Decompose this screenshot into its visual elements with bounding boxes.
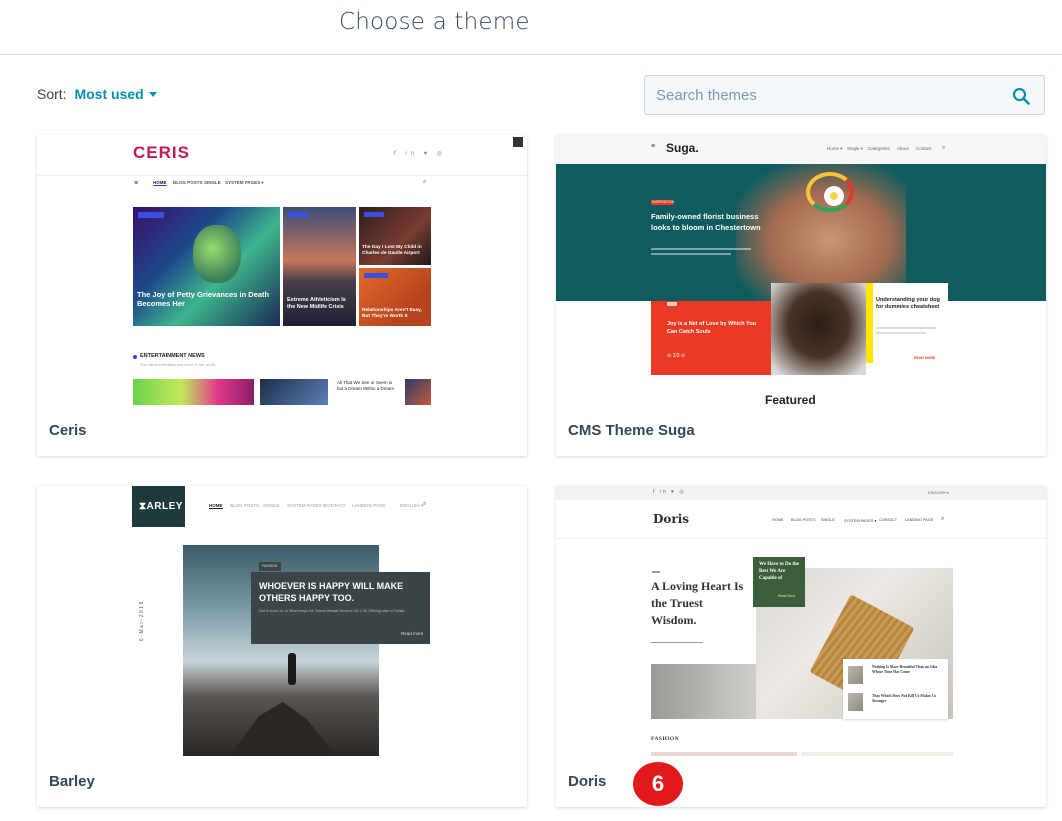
- theme-name-barley[interactable]: Barley: [49, 773, 95, 790]
- sort-dropdown[interactable]: Most used: [74, 86, 157, 102]
- barley-nav-landing: LANDING PAGE: [352, 503, 386, 508]
- sort-value[interactable]: Most used: [74, 86, 143, 102]
- sort-label: Sort:: [37, 86, 67, 102]
- doris-nav-single: SINGLE: [821, 518, 835, 522]
- suga-tag-label: INSPIRATION: [652, 200, 675, 204]
- search-box: [644, 75, 1045, 115]
- menu-icon: ≡: [134, 180, 139, 187]
- theme-name-doris[interactable]: Doris: [568, 773, 606, 790]
- suga-red-card: [651, 301, 771, 375]
- ceris-list-title: All That We See or Seem is but a Dream W…: [337, 380, 395, 391]
- step-number-badge: 6: [633, 762, 683, 806]
- ceris-card2-title: Extreme Athleticism Is the New Midlife C…: [287, 297, 346, 310]
- ceris-nav-blog: BLOG POSTS: [173, 180, 203, 185]
- suga-side-card: [873, 283, 948, 357]
- theme-card-barley[interactable]: ⧗ARLEY HOME BLOG POSTS SINGLE SYSTEM PAG…: [37, 486, 527, 807]
- doris-section-title: FASHION: [651, 736, 680, 742]
- ceris-logo: CERIS: [133, 143, 190, 162]
- suga-pager[interactable]: ⊙ 1/3 ⊙: [667, 353, 685, 359]
- ceris-section-title: ENTERTAINMENT NEWS: [140, 353, 205, 359]
- suga-nav-home: Home ▾: [827, 146, 843, 151]
- preview-corner-icon: [513, 137, 523, 147]
- theme-name-ceris[interactable]: Ceris: [49, 422, 87, 439]
- barley-excerpt: Get In touch Jo, is What keeps the Teams…: [259, 609, 406, 613]
- doris-nav-home: HOME: [772, 518, 784, 522]
- suga-portrait-image: [771, 283, 866, 375]
- barley-tag: FASHION: [262, 564, 278, 568]
- suga-nav-single: Single ▾: [847, 146, 864, 151]
- ceris-list-image-3: [405, 379, 431, 405]
- suga-red-title: Joy is a Net of Love by Which You Can Ca…: [667, 321, 757, 335]
- barley-nav-contact: CONTACT: [324, 503, 346, 508]
- suga-nav-contact: Contact: [916, 146, 932, 151]
- doris-nav-landing: LANDING PAGE: [905, 518, 934, 522]
- ceris-section-sub: The latest entertainment news in the wor…: [140, 362, 216, 367]
- suga-read-more: READ MORE: [914, 356, 936, 360]
- doris-logo: Doris: [653, 512, 690, 526]
- doris-hero-title: A Loving Heart Is the Truest Wisdom.: [651, 579, 744, 627]
- barley-nav-single: SINGLE: [263, 503, 280, 508]
- ceris-hero-title: The Joy of Petty Grievances in Death Bec…: [137, 290, 270, 308]
- barley-hero-title: WHOEVER IS HAPPY WILL MAKE OTHERS HAPPY …: [259, 581, 404, 603]
- page-header: Choose a theme: [0, 0, 1062, 55]
- theme-name-suga[interactable]: CMS Theme Suga: [568, 422, 695, 439]
- doris-nav-blog: BLOG POSTS: [791, 518, 816, 522]
- menu-icon: ≡: [651, 143, 656, 150]
- barley-nav-system: SYSTEM PAGES ▾: [287, 503, 326, 508]
- preview-search-icon: ⌕: [942, 145, 946, 151]
- barley-logo-text: ARLEY: [146, 501, 183, 512]
- suga-pager-text: 1/3: [672, 353, 680, 359]
- search-input[interactable]: [645, 76, 1005, 114]
- theme-preview-barley[interactable]: ⧗ARLEY HOME BLOG POSTS SINGLE SYSTEM PAG…: [37, 486, 527, 756]
- theme-preview-suga[interactable]: ≡ Suga. Home ▾ Single ▾ Categories About…: [556, 135, 1046, 405]
- social-icons: f in ♥ ◎: [394, 151, 447, 157]
- suga-featured: Featured: [765, 393, 816, 405]
- doris-nav-system: SYSTEM PAGES ▾: [844, 519, 877, 523]
- suga-nav-about: About: [897, 146, 909, 151]
- suga-nav-categories: Categories: [868, 146, 890, 151]
- ceris-list-image-2: [260, 379, 328, 405]
- suga-logo: Suga.: [666, 141, 699, 155]
- preview-search-icon: ⌕: [941, 516, 945, 522]
- doris-nav-contact: CONTACT: [879, 518, 898, 522]
- ceris-list-image-1: [133, 379, 254, 405]
- suga-hero-title: Family-owned florist business looks to b…: [651, 212, 761, 232]
- doris-list-item-2: That Which Does Not Kill Us Makes Us Str…: [872, 694, 937, 703]
- ceris-card3-title: The Day I Lost My Child in Charles de Ga…: [362, 245, 422, 256]
- ceris-hero-image: [133, 207, 280, 326]
- barley-logo: ⧗ARLEY: [139, 501, 183, 512]
- barley-nav-home: HOME: [209, 503, 223, 509]
- ceris-card4-title: Relationships Aren't Easy, But They're W…: [362, 308, 422, 319]
- ceris-nav-system: SYSTEM PAGES ▾: [225, 180, 264, 185]
- ceris-nav-home: HOME: [153, 180, 167, 186]
- suga-side-title: Understanding your dog for dummies cheat…: [876, 297, 940, 310]
- sort-control: Sort: Most used: [37, 86, 157, 102]
- preview-search-icon: ⌕: [423, 501, 427, 507]
- theme-preview-doris[interactable]: f in ♥ ◎ ENGLISH ▾ Doris HOME BLOG POSTS…: [556, 486, 1046, 756]
- theme-card-suga[interactable]: ≡ Suga. Home ▾ Single ▾ Categories About…: [556, 135, 1046, 456]
- chevron-down-icon[interactable]: [148, 92, 157, 97]
- social-icons: f in ♥ ◎: [653, 489, 686, 495]
- theme-card-ceris[interactable]: CERIS f in ♥ ◎ ≡ HOME BLOG POSTS SINGLE …: [37, 135, 527, 456]
- barley-read-more: Read more: [401, 631, 424, 636]
- preview-search-icon: ⌕: [423, 179, 427, 185]
- doris-green-title: We Have to Do the Best We Are Capable of: [759, 562, 799, 581]
- theme-card-doris[interactable]: f in ♥ ◎ ENGLISH ▾ Doris HOME BLOG POSTS…: [556, 486, 1046, 807]
- page-title: Choose a theme: [339, 9, 530, 35]
- doris-lang: ENGLISH ▾: [928, 490, 949, 495]
- barley-date: 6-Mar-2019: [139, 600, 145, 641]
- barley-nav-blog: BLOG POSTS: [230, 503, 260, 508]
- search-icon[interactable]: [1012, 87, 1030, 105]
- doris-read-more: Read More: [778, 594, 796, 598]
- ceris-nav-single: SINGLE: [204, 180, 221, 185]
- doris-list-item-1: Nothing Is More Beautiful Than an Idea W…: [872, 665, 938, 674]
- theme-preview-ceris[interactable]: CERIS f in ♥ ◎ ≡ HOME BLOG POSTS SINGLE …: [37, 135, 527, 405]
- barley-nav-lang: ENGLISH ▾: [400, 503, 424, 508]
